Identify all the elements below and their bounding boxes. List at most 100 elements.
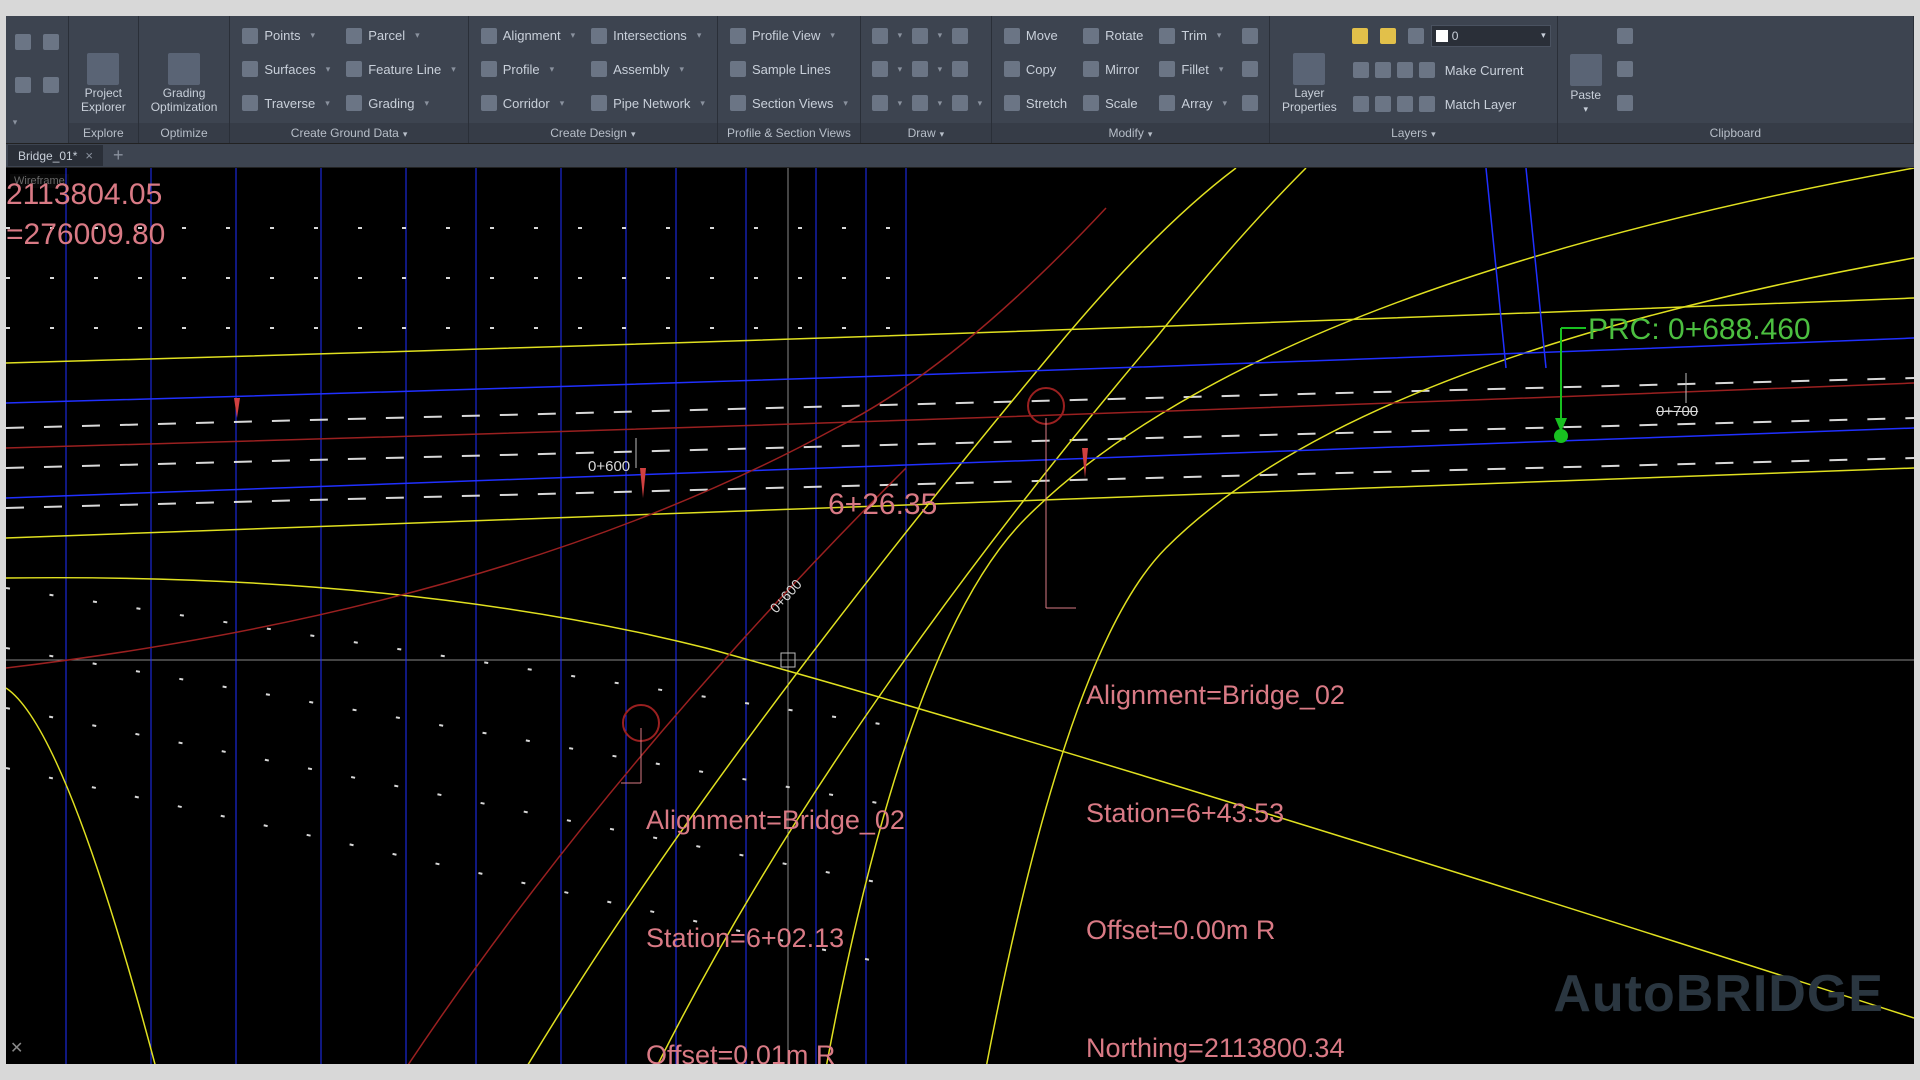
feature-line-button[interactable]: Feature Line▾ [340,59,462,79]
alignment-button[interactable]: Alignment▾ [475,26,581,46]
ribbon-label-ground: Create Ground Data▾ [230,123,467,143]
profile-view-icon [730,28,746,44]
qat-icon-3[interactable] [10,74,36,96]
paste-icon [1570,54,1602,86]
layer-freeze-icon[interactable] [1375,25,1401,47]
spline-tool[interactable] [947,25,973,47]
intersections-button[interactable]: Intersections▾ [585,26,711,46]
section-views-button[interactable]: Section Views▾ [724,93,854,113]
qat-icon-4[interactable] [38,74,64,96]
qat-icon-2[interactable] [38,31,64,53]
ribbon-group-modify: Move Copy Stretch Rotate Mirror Scale Tr… [992,16,1270,143]
layer-color-swatch [1436,30,1448,42]
callout-2: Alignment=Bridge_02 Station=6+43.53 Offs… [1086,598,1345,1064]
grading-optimization-button[interactable]: Grading Optimization [145,20,224,119]
trim-button[interactable]: Trim▾ [1153,26,1233,46]
match-layer-icon [1353,96,1369,112]
grading-icon [346,95,362,111]
profile-icon [481,61,497,77]
document-tabs: Bridge_01* × + [6,144,1914,168]
station-0-700: 0+700 [1656,403,1698,420]
tab-close-icon[interactable]: × [85,148,93,163]
tab-add-button[interactable]: + [103,145,134,166]
copy-clip-button[interactable] [1612,58,1638,80]
layer-bulb-icon[interactable] [1347,25,1373,47]
rectangle-tool[interactable] [867,92,893,114]
ribbon-label-profile-views: Profile & Section Views [718,123,860,143]
circle-tool[interactable] [867,58,893,80]
fillet-icon [1159,61,1175,77]
cad-canvas [6,168,1914,1064]
tab-bridge-01[interactable]: Bridge_01* × [8,145,103,166]
move-button[interactable]: Move [998,26,1073,46]
stretch-icon [1004,95,1020,111]
points-icon [242,28,258,44]
ribbon-label-optimize: Optimize [139,123,230,143]
project-explorer-icon [87,53,119,85]
feature-line-icon [346,61,362,77]
qat-icon-1[interactable] [10,31,36,53]
paste-special-button[interactable] [1612,92,1638,114]
assembly-button[interactable]: Assembly▾ [585,59,711,79]
alignment-icon [481,28,497,44]
ellipse-tool[interactable] [947,58,973,80]
ribbon-label-explore: Explore [69,123,138,143]
points-button[interactable]: Points▾ [236,26,336,46]
profile-button[interactable]: Profile▾ [475,59,581,79]
grading-optimization-icon [168,53,200,85]
modify-extra-3[interactable] [1237,92,1263,114]
assembly-icon [591,61,607,77]
scale-button[interactable]: Scale [1077,93,1149,113]
layer-properties-button[interactable]: Layer Properties [1276,20,1343,119]
arc-tool[interactable] [907,58,933,80]
fillet-button[interactable]: Fillet▾ [1153,59,1233,79]
hatch-tool[interactable] [947,92,973,114]
coord-easting-label: =276009.80 [6,218,165,252]
grading-button[interactable]: Grading▾ [340,93,462,113]
stretch-button[interactable]: Stretch [998,93,1073,113]
ribbon-group-design: Alignment▾ Profile▾ Corridor▾ Intersecti… [469,16,718,143]
paste-button[interactable]: Paste ▾ [1564,20,1608,119]
surfaces-button[interactable]: Surfaces▾ [236,59,336,79]
cut-button[interactable] [1612,25,1638,47]
sample-lines-button[interactable]: Sample Lines [724,59,854,79]
cmdline-close-icon[interactable]: ✕ [10,1038,23,1058]
section-views-icon [730,95,746,111]
rotate-button[interactable]: Rotate [1077,26,1149,46]
line-tool[interactable] [867,25,893,47]
qat-expand[interactable]: ▾ [10,117,20,128]
ribbon-group-layers: Layer Properties 0 ▾ Make Current [1270,16,1558,143]
parcel-button[interactable]: Parcel▾ [340,26,462,46]
ribbon-label-clipboard: Clipboard [1558,123,1913,143]
make-current-button[interactable]: Make Current [1347,60,1551,80]
profile-view-button[interactable]: Profile View▾ [724,26,854,46]
make-current-icon [1353,62,1369,78]
modify-extra-2[interactable] [1237,58,1263,80]
polyline-tool[interactable] [907,25,933,47]
layer-properties-icon [1293,53,1325,85]
current-layer-dropdown[interactable]: 0 ▾ [1431,25,1551,47]
intersections-icon [591,28,607,44]
drawing-viewport[interactable]: Wireframe [6,168,1914,1064]
ribbon-group-optimize: Grading Optimization Optimize [139,16,231,143]
ribbon-group-ground-data: Points▾ Surfaces▾ Traverse▾ Parcel▾ Feat… [230,16,468,143]
project-explorer-button[interactable]: Project Explorer [75,20,132,119]
scale-icon [1083,95,1099,111]
callout-1: Alignment=Bridge_02 Station=6+02.13 Offs… [646,723,905,1064]
array-button[interactable]: Array▾ [1153,93,1233,113]
pipe-network-button[interactable]: Pipe Network▾ [585,93,711,113]
match-layer-button[interactable]: Match Layer [1347,94,1551,114]
copy-button[interactable]: Copy [998,59,1073,79]
corridor-button[interactable]: Corridor▾ [475,93,581,113]
polygon-tool[interactable] [907,92,933,114]
coord-northing-label: 2113804.05 [6,178,162,212]
mirror-button[interactable]: Mirror [1077,59,1149,79]
station-label-main: 6+26.35 [828,488,937,522]
ribbon-label-design: Create Design▾ [469,123,717,143]
station-0-600: 0+600 [588,458,630,475]
modify-extra-1[interactable] [1237,25,1263,47]
traverse-button[interactable]: Traverse▾ [236,93,336,113]
mirror-icon [1083,61,1099,77]
ribbon-group-clipboard: Paste ▾ Clipboard [1558,16,1914,143]
layer-lock-icon[interactable] [1403,25,1429,47]
